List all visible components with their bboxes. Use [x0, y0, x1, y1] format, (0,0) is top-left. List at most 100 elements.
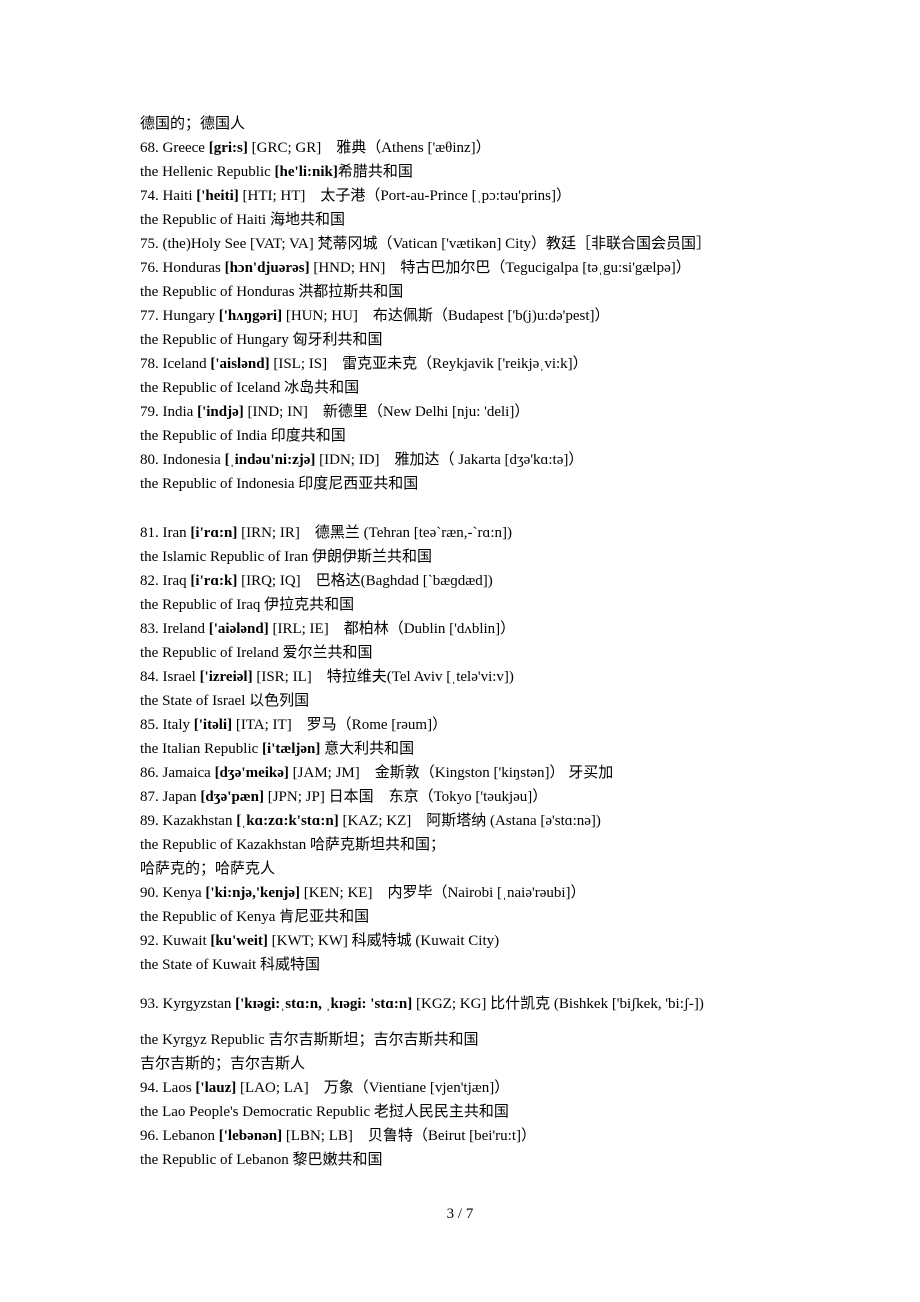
line-text: the Lao People's Democratic Republic 老挝人… — [140, 1104, 509, 1120]
line-text: 77. Hungary — [140, 308, 219, 324]
text-line: 90. Kenya ['ki:njə,'kenjə] [KEN; KE] 内罗毕… — [140, 883, 586, 903]
document-page: 德国的；德国人 68. Greece [gri:s] [GRC; GR] 雅典（A… — [0, 0, 920, 1302]
line-text: the Islamic Republic of Iran 伊朗伊斯兰共和国 — [140, 549, 433, 565]
line-text: 93. Kyrgyzstan — [140, 996, 236, 1012]
line-text: 81. Iran — [140, 525, 191, 541]
text-line: the Hellenic Republic [he'li:nik]希腊共和国 — [140, 162, 413, 182]
line-text: 89. Kazakhstan — [140, 813, 237, 829]
line-text: [KGZ; KG] 比什凯克 (Bishkek ['biʃkek, 'bi:ʃ-… — [412, 996, 704, 1012]
text-line: 哈萨克的；哈萨克人 — [140, 859, 275, 879]
phonetic-text: [gri:s] — [208, 140, 248, 156]
text-line: 83. Ireland ['aiələnd] [IRL; IE] 都柏林（Dub… — [140, 619, 515, 639]
phonetic-text: [ˌkɑ:zɑ:k'stɑ:n] — [236, 813, 339, 829]
text-line: 77. Hungary ['hʌŋgəri] [HUN; HU] 布达佩斯（Bu… — [140, 306, 610, 326]
text-line: 86. Jamaica [dʒə'meikə] [JAM; JM] 金斯敦（Ki… — [140, 763, 613, 783]
line-text: 96. Lebanon — [140, 1128, 219, 1144]
line-text: 80. Indonesia — [140, 452, 225, 468]
line-text: the Republic of Haiti 海地共和国 — [140, 212, 345, 228]
text-line: the Republic of Hungary 匈牙利共和国 — [140, 330, 382, 350]
line-text: 希腊共和国 — [337, 164, 413, 180]
line-text: [ITA; IT] 罗马（Rome [rəum]） — [232, 717, 448, 733]
text-line: 德国的；德国人 — [140, 114, 245, 134]
line-text: [IRL; IE] 都柏林（Dublin ['dʌblin]） — [268, 621, 516, 637]
phonetic-text: [i'tæljən] — [262, 741, 321, 757]
line-text: [JAM; JM] 金斯敦（Kingston ['kiŋstən]） 牙买加 — [288, 765, 614, 781]
text-line: 80. Indonesia [ˌindəu'ni:zjə] [IDN; ID] … — [140, 450, 583, 470]
line-text: 68. Greece — [140, 140, 209, 156]
line-text: 78. Iceland — [140, 356, 211, 372]
text-line: the State of Israel 以色列国 — [140, 691, 309, 711]
line-text: the Republic of Ireland 爱尔兰共和国 — [140, 645, 373, 661]
line-text: the Republic of Honduras 洪都拉斯共和国 — [140, 284, 404, 300]
line-text: 92. Kuwait — [140, 933, 211, 949]
text-line: the Republic of Indonesia 印度尼西亚共和国 — [140, 474, 418, 494]
line-text: 德国的；德国人 — [140, 116, 246, 132]
text-line: 94. Laos ['lauz] [LAO; LA] 万象（Vientiane … — [140, 1078, 509, 1098]
page-number: 3 / 7 — [446, 1206, 474, 1222]
line-text: [LBN; LB] 贝鲁特（Beirut [bei'ru:t]） — [282, 1128, 536, 1144]
line-text: [GRC; GR] 雅典（Athens ['æθinz]） — [247, 140, 491, 156]
text-line: the Republic of Honduras 洪都拉斯共和国 — [140, 282, 403, 302]
line-text: the State of Israel 以色列国 — [140, 693, 310, 709]
text-line: the Republic of Iraq 伊拉克共和国 — [140, 595, 354, 615]
line-text: the Kyrgyz Republic 吉尔吉斯斯坦；吉尔吉斯共和国 — [140, 1032, 479, 1048]
line-text: [IRN; IR] 德黑兰 (Tehran [teə`ræn,-`rɑ:n]) — [237, 525, 512, 541]
line-text: the Republic of Iceland 冰岛共和国 — [140, 380, 360, 396]
line-text: [KWT; KW] 科威特城 (Kuwait City) — [267, 933, 500, 949]
text-line: the Republic of Ireland 爱尔兰共和国 — [140, 643, 372, 663]
line-text: the Republic of Lebanon 黎巴嫩共和国 — [140, 1152, 383, 1168]
line-text: 83. Ireland — [140, 621, 209, 637]
line-text: the Italian Republic — [140, 741, 263, 757]
text-line: 79. India ['indjə] [IND; IN] 新德里（New Del… — [140, 402, 529, 422]
line-text: [KEN; KE] 内罗毕（Nairobi [ˌnaiə'rəubi]） — [299, 885, 586, 901]
text-line: 75. (the)Holy See [VAT; VA] 梵蒂冈城（Vatican… — [140, 234, 711, 254]
phonetic-text: ['kɪəgi:ˌstɑ:n, ˌkɪəgi: 'stɑ:n] — [235, 996, 413, 1012]
line-text: the Republic of Iraq 伊拉克共和国 — [140, 597, 355, 613]
line-text: [ISR; IL] 特拉维夫(Tel Aviv [ˌtelə'vi:v]) — [252, 669, 514, 685]
phonetic-text: [ˌindəu'ni:zjə] — [224, 452, 316, 468]
line-text: 79. India — [140, 404, 198, 420]
phonetic-text: ['heiti] — [196, 188, 239, 204]
phonetic-text: [i'rɑ:k] — [190, 573, 238, 589]
text-line: 89. Kazakhstan [ˌkɑ:zɑ:k'stɑ:n] [KAZ; KZ… — [140, 811, 601, 831]
line-text: 意大利共和国 — [320, 741, 415, 757]
line-text: the Republic of Kazakhstan 哈萨克斯坦共和国； — [140, 837, 445, 853]
phonetic-text: [ku'weit] — [210, 933, 268, 949]
phonetic-text: ['aislənd] — [210, 356, 270, 372]
line-text: 哈萨克的；哈萨克人 — [140, 861, 276, 877]
line-text: the Republic of Indonesia 印度尼西亚共和国 — [140, 476, 419, 492]
phonetic-text: ['lebənən] — [218, 1128, 283, 1144]
line-text: 87. Japan — [140, 789, 201, 805]
text-line: 92. Kuwait [ku'weit] [KWT; KW] 科威特城 (Kuw… — [140, 931, 499, 951]
text-line: the Republic of Kazakhstan 哈萨克斯坦共和国； — [140, 835, 445, 855]
text-line: 87. Japan [dʒə'pæn] [JPN; JP] 日本国 东京（Tok… — [140, 787, 547, 807]
text-line: the Republic of Haiti 海地共和国 — [140, 210, 345, 230]
phonetic-text: ['izreiəl] — [199, 669, 253, 685]
text-line: 吉尔吉斯的；吉尔吉斯人 — [140, 1054, 305, 1074]
line-text: 76. Honduras — [140, 260, 225, 276]
text-line: 82. Iraq [i'rɑ:k] [IRQ; IQ] 巴格达(Baghdad … — [140, 571, 493, 591]
text-line: the Republic of Lebanon 黎巴嫩共和国 — [140, 1150, 382, 1170]
line-text: [IND; IN] 新德里（New Delhi [nju: 'deli]） — [243, 404, 530, 420]
text-line: 81. Iran [i'rɑ:n] [IRN; IR] 德黑兰 (Tehran … — [140, 523, 512, 543]
text-line: the Italian Republic [i'tæljən] 意大利共和国 — [140, 739, 414, 759]
line-text: the Republic of Hungary 匈牙利共和国 — [140, 332, 383, 348]
text-line: the Republic of Iceland 冰岛共和国 — [140, 378, 359, 398]
text-line: 96. Lebanon ['lebənən] [LBN; LB] 贝鲁特（Bei… — [140, 1126, 536, 1146]
line-text: 90. Kenya — [140, 885, 206, 901]
phonetic-text: ['indjə] — [197, 404, 244, 420]
line-text: 74. Haiti — [140, 188, 197, 204]
phonetic-text: [i'rɑ:n] — [190, 525, 238, 541]
line-text: 84. Israel — [140, 669, 200, 685]
phonetic-text: [he'li:nik] — [274, 164, 338, 180]
text-line: 85. Italy ['itəli] [ITA; IT] 罗马（Rome [rə… — [140, 715, 447, 735]
text-line: 76. Honduras [hɔn'djuərəs] [HND; HN] 特古巴… — [140, 258, 691, 278]
phonetic-text: [dʒə'meikə] — [214, 765, 289, 781]
line-text: [KAZ; KZ] 阿斯塔纳 (Astana [ə'stɑ:nə]) — [338, 813, 601, 829]
line-text: [IDN; ID] 雅加达（ Jakarta [dʒə'kɑ:tə]） — [315, 452, 584, 468]
line-text: the Republic of India 印度共和国 — [140, 428, 346, 444]
line-text: 82. Iraq — [140, 573, 191, 589]
line-text: [HND; HN] 特古巴加尔巴（Tegucigalpa [təˌgu:si'g… — [309, 260, 691, 276]
text-line: 84. Israel ['izreiəl] [ISR; IL] 特拉维夫(Tel… — [140, 667, 514, 687]
phonetic-text: ['hʌŋgəri] — [218, 308, 283, 324]
